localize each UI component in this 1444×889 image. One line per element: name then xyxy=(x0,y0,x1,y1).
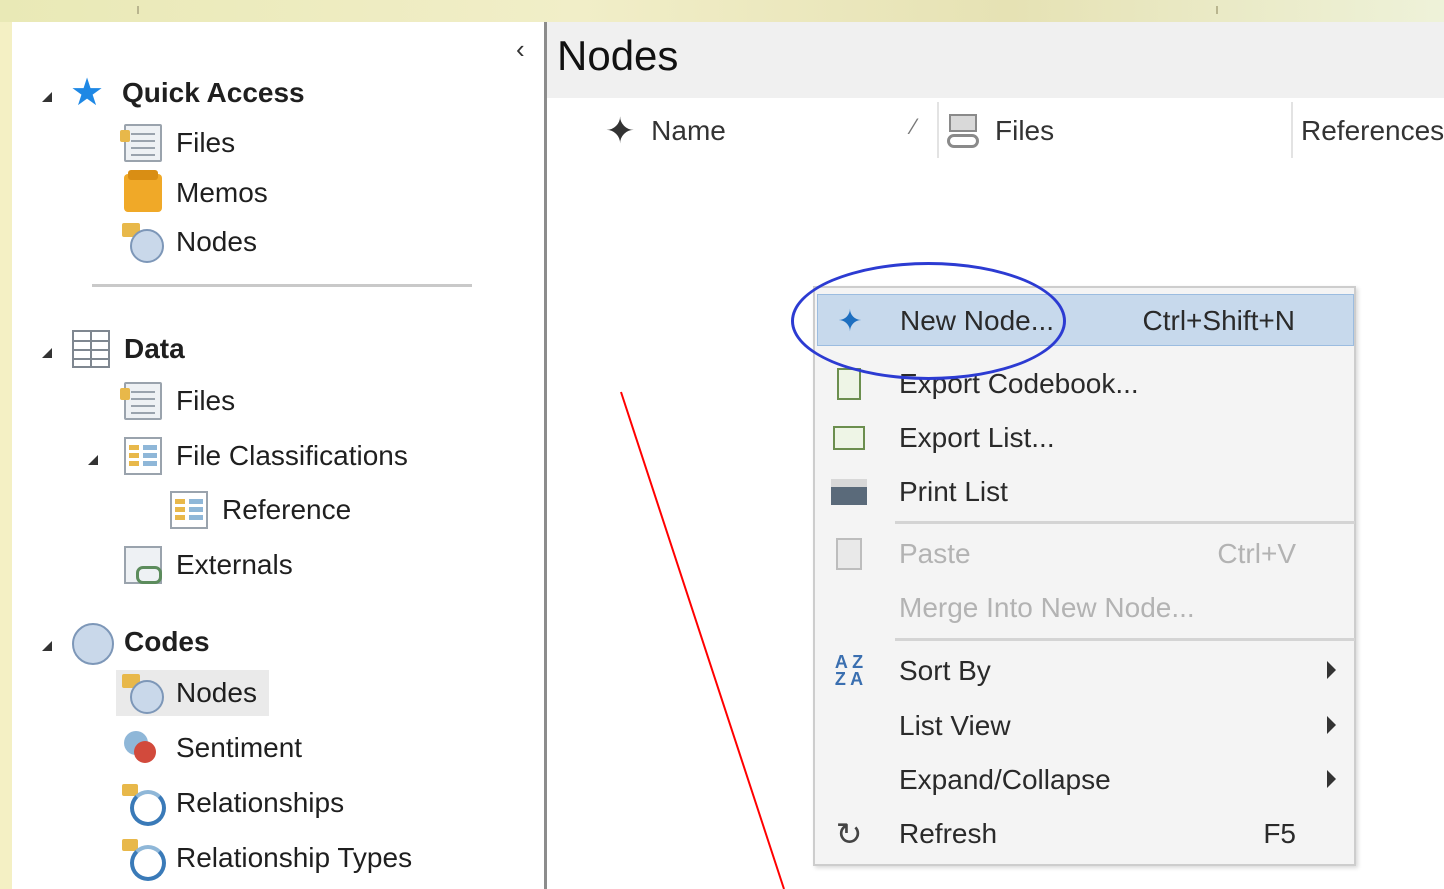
refresh-icon: ↻ xyxy=(835,816,863,852)
menu-label: List View xyxy=(899,710,1011,741)
menu-item-sort-by[interactable]: A ZZ A Sort By xyxy=(817,645,1354,697)
menu-separator xyxy=(895,521,1355,524)
submenu-arrow-icon xyxy=(1327,770,1336,788)
annotation-blue-oval xyxy=(791,262,1066,380)
menu-item-refresh[interactable]: ↻ Refresh F5 xyxy=(817,808,1354,860)
submenu-arrow-icon xyxy=(1327,716,1336,734)
export-list-icon xyxy=(829,419,869,457)
menu-shortcut: Ctrl+Shift+N xyxy=(1142,305,1296,336)
menu-shortcut: Ctrl+V xyxy=(1217,538,1296,569)
menu-item-paste: Paste Ctrl+V xyxy=(817,528,1354,580)
menu-label: Refresh xyxy=(899,818,998,849)
menu-shortcut: F5 xyxy=(1263,818,1296,849)
print-icon xyxy=(829,473,869,511)
menu-label: Print List xyxy=(899,476,1008,507)
menu-item-list-view[interactable]: List View xyxy=(817,700,1354,752)
menu-separator xyxy=(895,638,1355,641)
menu-label: Sort By xyxy=(899,655,991,686)
menu-label: Expand/Collapse xyxy=(899,764,1111,795)
menu-label: Paste xyxy=(899,538,971,569)
sort-az-icon: A ZZ A xyxy=(834,652,864,689)
menu-label: Merge Into New Node... xyxy=(899,592,1195,623)
menu-item-export-list[interactable]: Export List... xyxy=(817,412,1354,464)
menu-label: Export List... xyxy=(899,422,1055,453)
submenu-arrow-icon xyxy=(1327,661,1336,679)
menu-item-merge-into-new-node: Merge Into New Node... xyxy=(817,582,1354,634)
paste-icon xyxy=(829,535,869,573)
menu-item-expand-collapse[interactable]: Expand/Collapse xyxy=(817,754,1354,806)
menu-item-print-list[interactable]: Print List xyxy=(817,466,1354,518)
